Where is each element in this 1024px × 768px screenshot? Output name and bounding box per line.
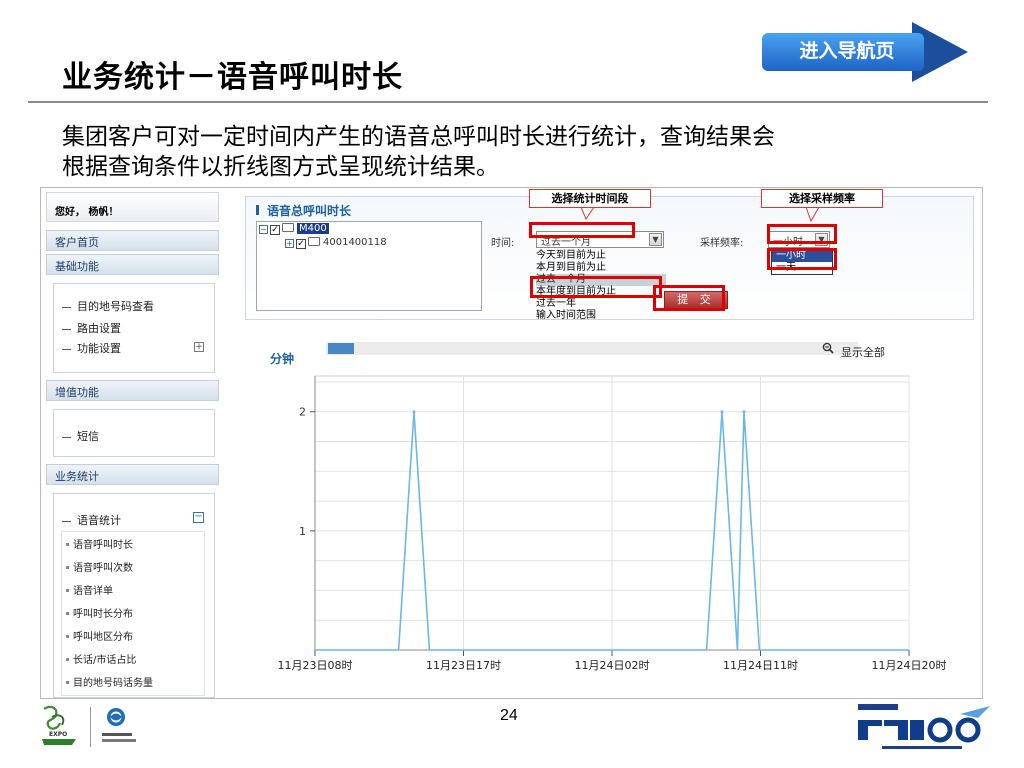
nav-to-menu-button[interactable]: 进入导航页 [762, 18, 972, 86]
x-tick-label: 11月24日02时 [575, 659, 650, 672]
call-duration-line-chart: 1 2 11月23日08时 11月23日17时 11月24日02时 11月24日11时 11… [278, 375, 947, 672]
title-divider [28, 101, 988, 103]
intro-line-2: 根据查询条件以折线图方式呈现统计结果。 [62, 154, 499, 180]
expo-china-mobile-logo: EXPO [42, 705, 136, 747]
slide-title: 业务统计－语音呼叫时长 [62, 60, 403, 95]
page-number: 24 [500, 707, 518, 724]
y-tick-label: 2 [299, 406, 306, 419]
data-point[interactable] [742, 410, 746, 414]
intro-text: 集团客户可对一定时间内产生的语音总呼叫时长进行统计，查询结果会 根据查询条件以折… [62, 122, 962, 182]
data-point[interactable] [412, 410, 416, 414]
x-tick-label: 11月23日08时 [278, 659, 353, 672]
x-tick-label: 11月23日17时 [426, 659, 501, 672]
highlight-time-option [530, 276, 662, 298]
app-screenshot: 您好， 杨帆！ 客户首页 基础功能 目的地号码查看 路由设置 功能设置 + 增值… [40, 187, 983, 699]
highlight-frequency-option [767, 248, 837, 270]
svg-text:EXPO: EXPO [49, 731, 67, 738]
highlight-submit-button [653, 285, 725, 311]
data-point[interactable] [720, 410, 724, 414]
x-tick-label: 11月24日20时 [872, 659, 947, 672]
ipower-logo [858, 704, 990, 749]
callout-frequency: 选择采样频率 [761, 189, 883, 208]
y-tick-label: 1 [299, 525, 306, 538]
callout-time-period: 选择统计时间段 [529, 189, 651, 208]
intro-line-1: 集团客户可对一定时间内产生的语音总呼叫时长进行统计，查询结果会 [62, 124, 775, 150]
x-tick-label: 11月24日11时 [723, 659, 798, 672]
nav-button-label: 进入导航页 [799, 40, 895, 62]
